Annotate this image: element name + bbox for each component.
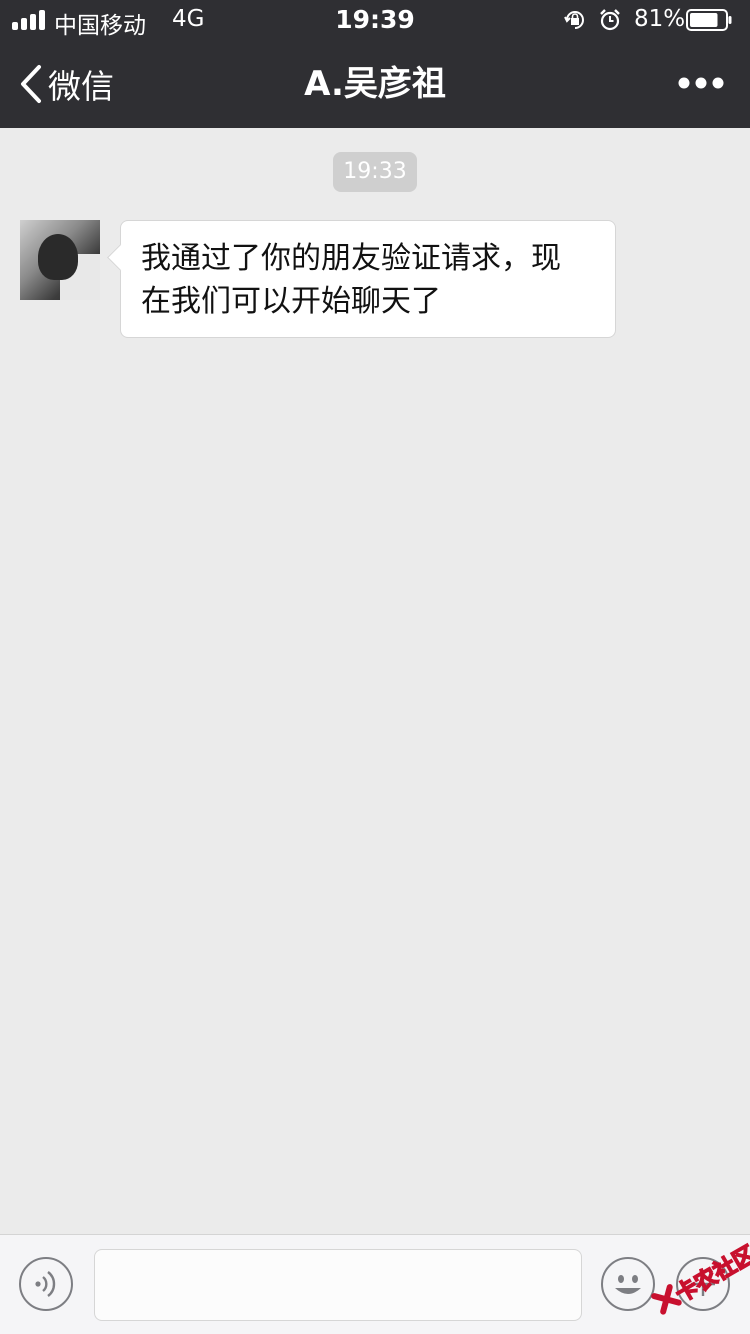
- voice-button[interactable]: [19, 1257, 73, 1311]
- battery-percent: 81%: [634, 6, 686, 32]
- message-line: 我通过了你的朋友验证请求，现: [141, 241, 561, 276]
- status-bar: 中国移动 4G 19:39 81%: [0, 0, 750, 40]
- avatar[interactable]: [20, 220, 100, 300]
- input-bar: [0, 1234, 750, 1334]
- nav-bar: 微信 A.吴彦祖: [0, 40, 750, 128]
- message-timestamp: 19:33: [333, 152, 417, 192]
- alarm-icon: [600, 9, 620, 31]
- message-line: 在我们可以开始聊天了: [141, 284, 441, 319]
- top-bar: 中国移动 4G 19:39 81% 微信 A.吴彦祖: [0, 0, 750, 128]
- voice-icon: [35, 1271, 56, 1297]
- message-input[interactable]: [94, 1249, 582, 1321]
- message-bubble[interactable]: 我通过了你的朋友验证请求，现 在我们可以开始聊天了: [120, 220, 616, 338]
- orientation-lock-icon: [564, 11, 584, 29]
- chat-title: A.吴彦祖: [304, 64, 446, 104]
- battery-icon: [686, 9, 732, 31]
- more-dots-icon[interactable]: [676, 73, 726, 93]
